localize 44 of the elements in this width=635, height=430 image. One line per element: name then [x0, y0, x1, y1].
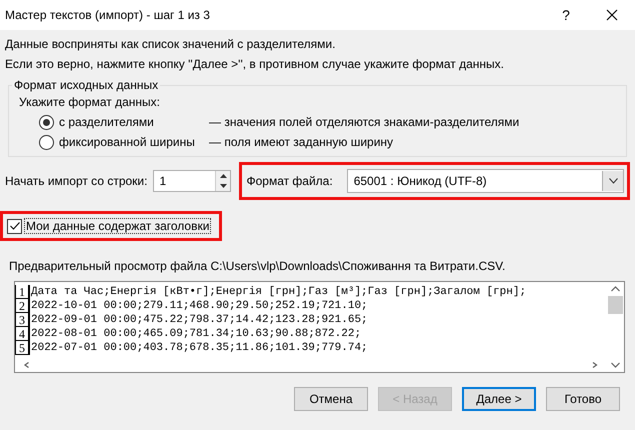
radio-button[interactable] [39, 114, 54, 130]
preview-line: 2022-10-01 00:00;279.11;468.90;29.50;252.19;721.10; [30, 299, 368, 313]
line-number: 5 [15, 341, 30, 355]
checkbox[interactable] [7, 218, 22, 234]
dialog-button[interactable]: Далее > [462, 387, 536, 411]
format-prompt: Укажите формат данных: [19, 94, 161, 111]
close-icon [606, 9, 618, 21]
start-row-label: Начать импорт со строки: [5, 174, 148, 188]
preview-label: Предварительный просмотр файла C:\Users\vlp\Downloads\Споживання та Витрати.CSV. [9, 259, 506, 273]
file-format-dropdown[interactable]: 65001 : Юникод (UTF-8) [346, 169, 624, 193]
checkbox-label[interactable]: Мои данные содержат заголовки [24, 218, 212, 234]
triangle-up-icon [220, 174, 227, 178]
radio-label[interactable]: фиксированной ширины [59, 135, 209, 149]
preview-line: 2022-09-01 00:00;475.22;798.37;14.42;123.28;921.65; [30, 313, 368, 327]
preview-line: 2022-08-01 00:00;465.09;781.34;10.63;90.88;872.22; [30, 327, 362, 341]
help-button[interactable]: ? [543, 0, 589, 30]
spin-down-button[interactable] [216, 181, 230, 191]
option-description: — значения полей отделяются знаками-разделителями [209, 115, 520, 129]
check-icon [10, 222, 20, 230]
preview-line: 2022-07-01 00:00;403.78;678.35;11.86;101.39;779.74; [30, 341, 368, 355]
radio-label[interactable]: с разделителями [59, 115, 209, 129]
scrollbar-thumb[interactable] [608, 296, 623, 314]
line-number: 2 [15, 299, 30, 313]
group-legend: Формат исходных данных [12, 78, 160, 92]
caret-icon [608, 178, 618, 184]
line-number: 1 [15, 285, 30, 299]
line-number: 3 [15, 313, 30, 327]
dialog-button[interactable]: Отмена [294, 387, 368, 411]
start-row-spinner[interactable]: 1 [153, 170, 232, 192]
line-number: 4 [15, 327, 30, 341]
radio-button[interactable] [39, 134, 54, 150]
spin-up-button[interactable] [216, 171, 230, 181]
scroll-down-icon[interactable] [611, 362, 620, 368]
start-row-field[interactable]: 1 [154, 171, 216, 191]
window-title: Мастер текстов (импорт) - шаг 1 из 3 [5, 8, 211, 22]
scroll-up-icon[interactable] [611, 286, 620, 292]
preview-line: Дата та Час;Енергія [кВт•г];Енергія [грн];Газ [м³];Газ [грн];Загалом [грн]; [30, 285, 526, 299]
file-format-label: Формат файла: [246, 174, 333, 188]
intro-text: Данные восприняты как список значений с разделителями. [5, 36, 336, 53]
scroll-right-icon[interactable] [590, 362, 599, 368]
intro-text: Если это верно, нажмите кнопку ''Далее >'', в противном случае укажите формат данных. [5, 56, 506, 73]
option-description: — поля имеют заданную ширину [209, 135, 394, 149]
dialog-button[interactable]: Готово [546, 387, 620, 411]
triangle-down-icon [220, 184, 227, 188]
